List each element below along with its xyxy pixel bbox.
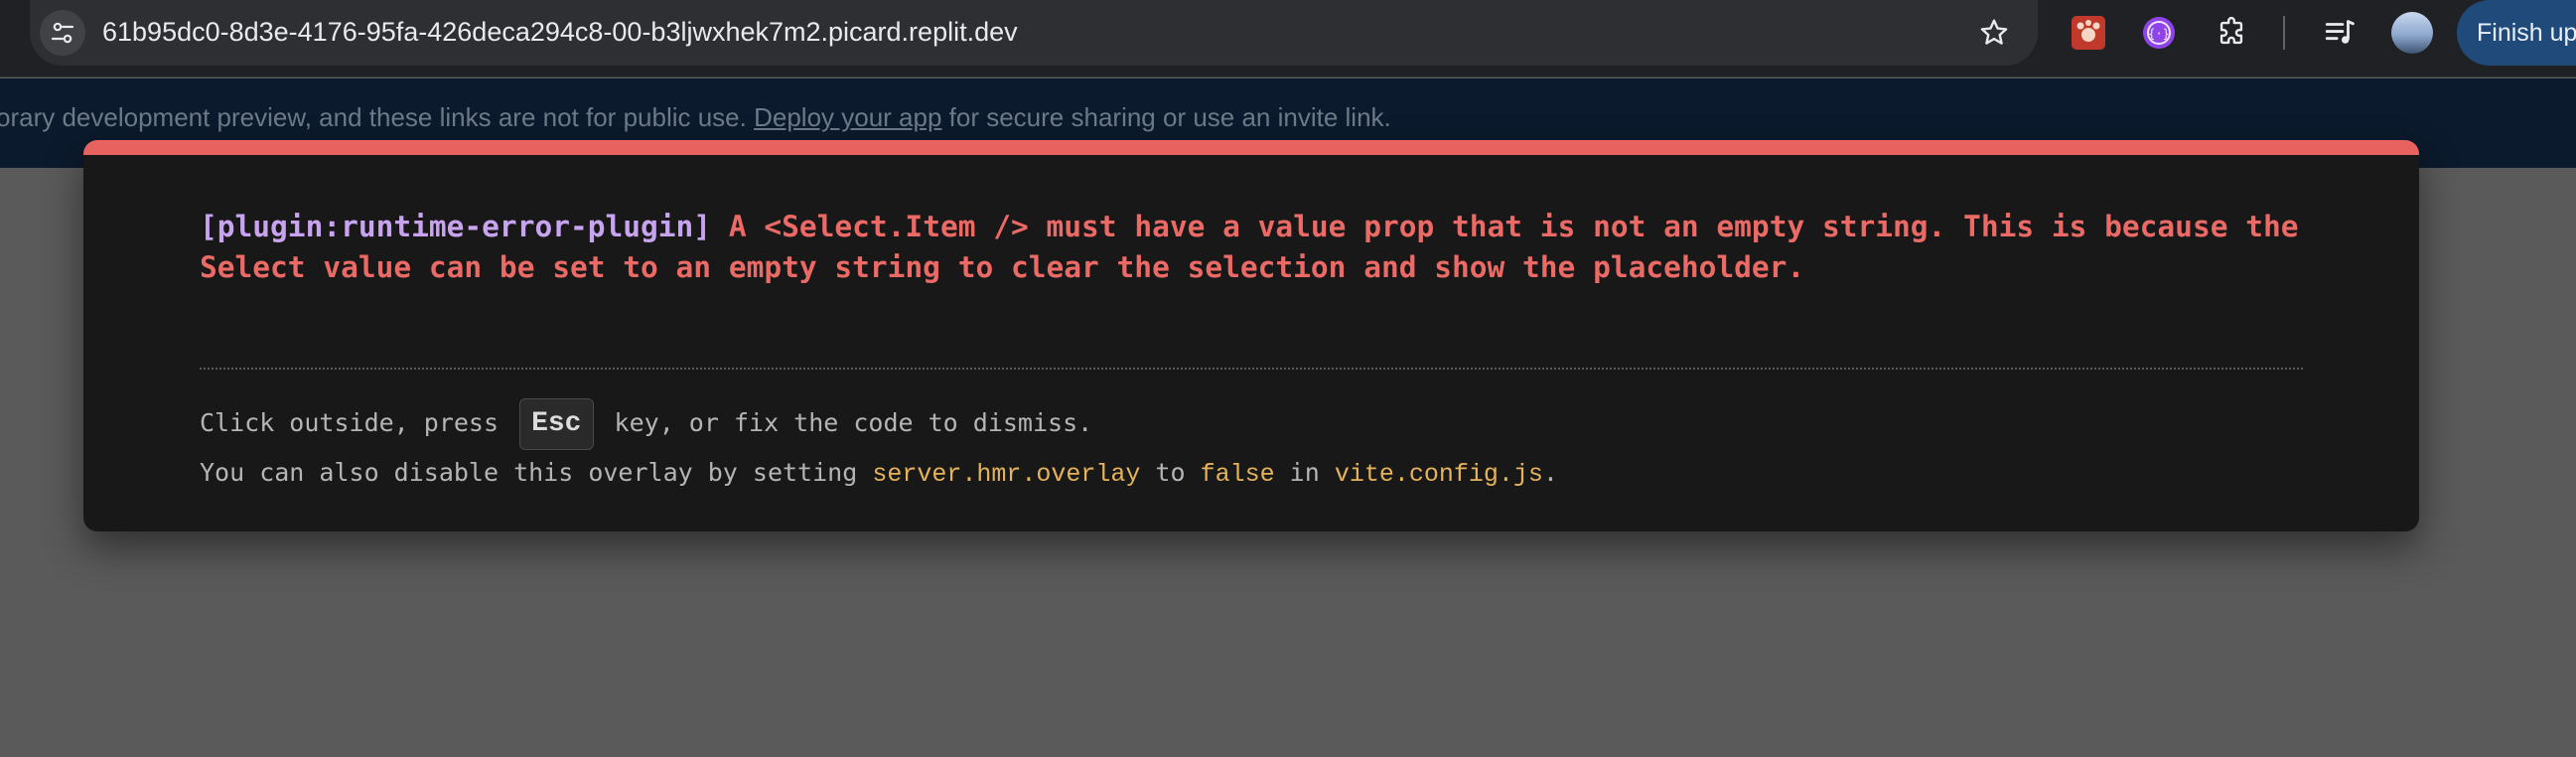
browser-toolbar: 61b95dc0-8d3e-4176-95fa-426deca294c8-00-… [0, 0, 2576, 77]
config-key-code: server.hmr.overlay [872, 460, 1141, 489]
banner-text: orary development preview, and these lin… [0, 102, 1391, 133]
tip1-after: key, or fix the code to dismiss. [599, 408, 1093, 437]
banner-text-before: orary development preview, and these lin… [0, 102, 755, 132]
banner-text-after: for secure sharing or use an invite link… [941, 102, 1391, 132]
puzzle-icon[interactable] [2210, 11, 2253, 55]
purple-extension-icon[interactable]: {·} [2137, 11, 2181, 55]
error-message: [plugin:runtime-error-plugin] A <Select.… [200, 207, 2335, 288]
media-queue-icon[interactable] [2318, 11, 2361, 55]
tip2-middle2: in [1274, 458, 1335, 487]
avatar[interactable] [2391, 12, 2433, 54]
red-extension-icon[interactable] [2067, 11, 2110, 55]
deploy-app-link[interactable]: Deploy your app [754, 102, 941, 132]
divider [200, 368, 2303, 370]
tip2-after: . [1542, 458, 1558, 487]
disable-overlay-tip: You can also disable this overlay by set… [200, 455, 1558, 493]
address-bar[interactable]: 61b95dc0-8d3e-4176-95fa-426deca294c8-00-… [30, 0, 2038, 66]
toolbar-divider [2283, 16, 2285, 50]
dismiss-tip: Click outside, press Esc key, or fix the… [200, 396, 1092, 450]
plugin-tag: [plugin:runtime-error-plugin] [200, 210, 712, 243]
false-value-code: false [1200, 460, 1275, 489]
finish-update-button[interactable]: Finish up [2457, 0, 2576, 66]
error-overlay[interactable]: [plugin:runtime-error-plugin] A <Select.… [83, 140, 2419, 531]
tip2-before: You can also disable this overlay by set… [200, 458, 873, 487]
star-icon[interactable] [1974, 13, 2014, 53]
esc-key: Esc [519, 398, 594, 450]
svg-text:{·}: {·} [2148, 27, 2170, 41]
url-text[interactable]: 61b95dc0-8d3e-4176-95fa-426deca294c8-00-… [102, 0, 1018, 66]
tune-icon[interactable] [40, 10, 85, 56]
tip2-middle1: to [1140, 458, 1201, 487]
config-file-code: vite.config.js [1334, 460, 1543, 489]
tip1-before: Click outside, press [200, 408, 514, 437]
